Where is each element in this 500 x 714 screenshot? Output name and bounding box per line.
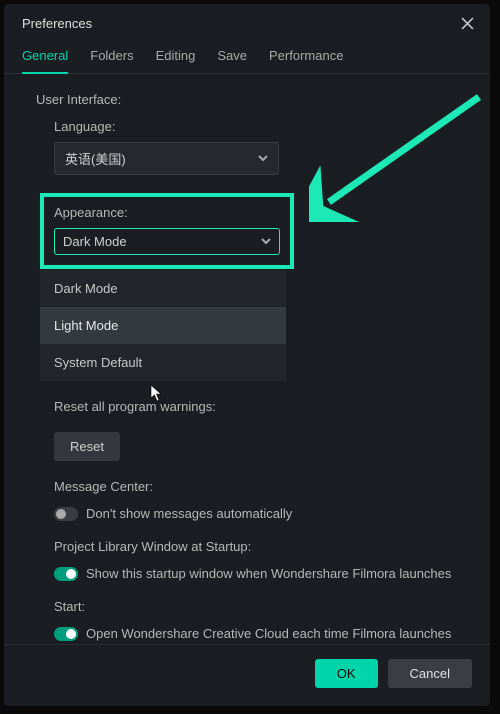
- appearance-option-light[interactable]: Light Mode: [40, 307, 286, 344]
- preferences-window: Preferences General Folders Editing Save…: [4, 4, 490, 706]
- start-label: Start:: [54, 599, 470, 614]
- chevron-down-icon: [261, 234, 271, 249]
- language-label: Language:: [54, 119, 470, 134]
- tabs: General Folders Editing Save Performance: [4, 40, 490, 74]
- content-area: User Interface: Language: 英语(美国) Appeara…: [4, 74, 490, 644]
- tab-folders[interactable]: Folders: [90, 40, 133, 73]
- ok-button[interactable]: OK: [315, 659, 378, 688]
- tab-save[interactable]: Save: [217, 40, 247, 73]
- appearance-label: Appearance:: [54, 205, 280, 220]
- message-center-label: Message Center:: [54, 479, 470, 494]
- tab-performance[interactable]: Performance: [269, 40, 343, 73]
- appearance-option-system[interactable]: System Default: [40, 344, 286, 381]
- appearance-select[interactable]: Dark Mode: [54, 228, 280, 255]
- cancel-button[interactable]: Cancel: [388, 659, 472, 688]
- message-center-toggle-label: Don't show messages automatically: [86, 506, 292, 521]
- project-library-toggle-label: Show this startup window when Wondershar…: [86, 566, 451, 581]
- footer: OK Cancel: [4, 644, 490, 706]
- close-button[interactable]: [458, 14, 476, 32]
- tab-general[interactable]: General: [22, 40, 68, 73]
- window-title: Preferences: [22, 16, 92, 31]
- appearance-highlight-annotation: Appearance: Dark Mode: [40, 193, 294, 269]
- chevron-down-icon: [258, 151, 268, 166]
- project-library-toggle[interactable]: [54, 567, 78, 581]
- reset-button[interactable]: Reset: [54, 432, 120, 461]
- appearance-selected-value: Dark Mode: [63, 234, 127, 249]
- project-library-label: Project Library Window at Startup:: [54, 539, 470, 554]
- user-interface-label: User Interface:: [36, 92, 470, 107]
- message-center-toggle[interactable]: [54, 507, 78, 521]
- tab-editing[interactable]: Editing: [156, 40, 196, 73]
- reset-warnings-label: Reset all program warnings:: [54, 399, 470, 414]
- titlebar: Preferences: [4, 4, 490, 40]
- start-toggle-label: Open Wondershare Creative Cloud each tim…: [86, 626, 451, 641]
- language-select[interactable]: 英语(美国): [54, 142, 279, 175]
- close-icon: [461, 17, 474, 30]
- language-selected-value: 英语(美国): [65, 149, 126, 168]
- appearance-option-dark[interactable]: Dark Mode: [40, 270, 286, 307]
- appearance-dropdown-list: Dark Mode Light Mode System Default: [40, 270, 286, 381]
- start-toggle[interactable]: [54, 627, 78, 641]
